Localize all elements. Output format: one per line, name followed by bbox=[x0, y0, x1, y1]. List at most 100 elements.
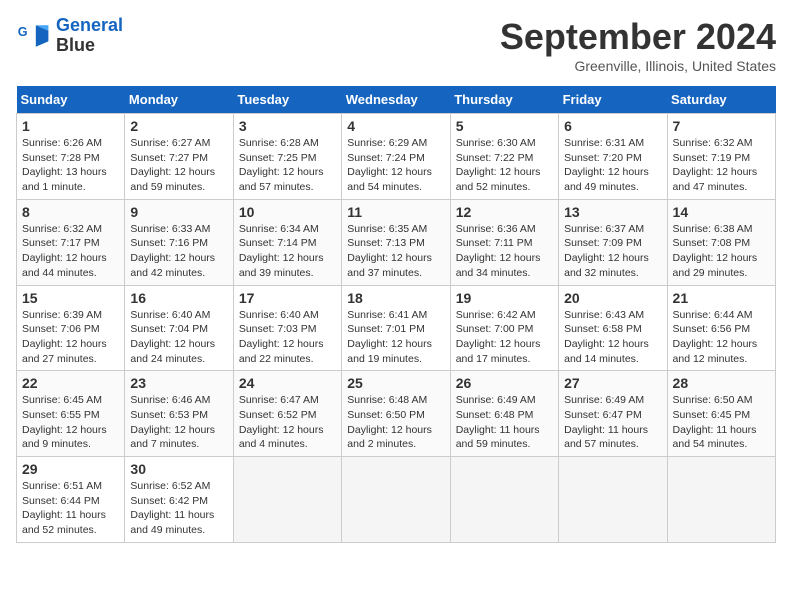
day-number: 8 bbox=[22, 204, 119, 220]
calendar-cell: 12 Sunrise: 6:36 AM Sunset: 7:11 PM Dayl… bbox=[450, 199, 558, 285]
day-number: 12 bbox=[456, 204, 553, 220]
day-info: Sunrise: 6:34 AM Sunset: 7:14 PM Dayligh… bbox=[239, 222, 336, 281]
day-number: 6 bbox=[564, 118, 661, 134]
day-number: 16 bbox=[130, 290, 227, 306]
day-info: Sunrise: 6:32 AM Sunset: 7:19 PM Dayligh… bbox=[673, 136, 770, 195]
day-info: Sunrise: 6:31 AM Sunset: 7:20 PM Dayligh… bbox=[564, 136, 661, 195]
day-info: Sunrise: 6:42 AM Sunset: 7:00 PM Dayligh… bbox=[456, 308, 553, 367]
day-info: Sunrise: 6:40 AM Sunset: 7:04 PM Dayligh… bbox=[130, 308, 227, 367]
calendar-cell: 23 Sunrise: 6:46 AM Sunset: 6:53 PM Dayl… bbox=[125, 371, 233, 457]
calendar-cell: 4 Sunrise: 6:29 AM Sunset: 7:24 PM Dayli… bbox=[342, 114, 450, 200]
day-number: 20 bbox=[564, 290, 661, 306]
calendar-table: Sunday Monday Tuesday Wednesday Thursday… bbox=[16, 86, 776, 543]
calendar-cell: 15 Sunrise: 6:39 AM Sunset: 7:06 PM Dayl… bbox=[17, 285, 125, 371]
day-number: 3 bbox=[239, 118, 336, 134]
day-info: Sunrise: 6:30 AM Sunset: 7:22 PM Dayligh… bbox=[456, 136, 553, 195]
day-number: 24 bbox=[239, 375, 336, 391]
day-number: 14 bbox=[673, 204, 770, 220]
calendar-header-row: Sunday Monday Tuesday Wednesday Thursday… bbox=[17, 86, 776, 114]
calendar-cell: 19 Sunrise: 6:42 AM Sunset: 7:00 PM Dayl… bbox=[450, 285, 558, 371]
calendar-week-row: 1 Sunrise: 6:26 AM Sunset: 7:28 PM Dayli… bbox=[17, 114, 776, 200]
day-info: Sunrise: 6:32 AM Sunset: 7:17 PM Dayligh… bbox=[22, 222, 119, 281]
day-number: 13 bbox=[564, 204, 661, 220]
calendar-cell: 7 Sunrise: 6:32 AM Sunset: 7:19 PM Dayli… bbox=[667, 114, 775, 200]
day-number: 7 bbox=[673, 118, 770, 134]
logo-icon: G bbox=[16, 18, 52, 54]
calendar-cell: 21 Sunrise: 6:44 AM Sunset: 6:56 PM Dayl… bbox=[667, 285, 775, 371]
calendar-cell: 25 Sunrise: 6:48 AM Sunset: 6:50 PM Dayl… bbox=[342, 371, 450, 457]
calendar-week-row: 29 Sunrise: 6:51 AM Sunset: 6:44 PM Dayl… bbox=[17, 457, 776, 543]
calendar-cell: 30 Sunrise: 6:52 AM Sunset: 6:42 PM Dayl… bbox=[125, 457, 233, 543]
col-wednesday: Wednesday bbox=[342, 86, 450, 114]
day-number: 11 bbox=[347, 204, 444, 220]
day-number: 30 bbox=[130, 461, 227, 477]
calendar-cell: 28 Sunrise: 6:50 AM Sunset: 6:45 PM Dayl… bbox=[667, 371, 775, 457]
col-thursday: Thursday bbox=[450, 86, 558, 114]
day-info: Sunrise: 6:45 AM Sunset: 6:55 PM Dayligh… bbox=[22, 393, 119, 452]
day-info: Sunrise: 6:27 AM Sunset: 7:27 PM Dayligh… bbox=[130, 136, 227, 195]
day-info: Sunrise: 6:36 AM Sunset: 7:11 PM Dayligh… bbox=[456, 222, 553, 281]
title-block: September 2024 Greenville, Illinois, Uni… bbox=[500, 16, 776, 74]
calendar-cell: 26 Sunrise: 6:49 AM Sunset: 6:48 PM Dayl… bbox=[450, 371, 558, 457]
day-info: Sunrise: 6:43 AM Sunset: 6:58 PM Dayligh… bbox=[564, 308, 661, 367]
day-info: Sunrise: 6:49 AM Sunset: 6:48 PM Dayligh… bbox=[456, 393, 553, 452]
calendar-cell: 17 Sunrise: 6:40 AM Sunset: 7:03 PM Dayl… bbox=[233, 285, 341, 371]
day-info: Sunrise: 6:51 AM Sunset: 6:44 PM Dayligh… bbox=[22, 479, 119, 538]
calendar-cell: 6 Sunrise: 6:31 AM Sunset: 7:20 PM Dayli… bbox=[559, 114, 667, 200]
day-number: 9 bbox=[130, 204, 227, 220]
day-number: 4 bbox=[347, 118, 444, 134]
day-info: Sunrise: 6:39 AM Sunset: 7:06 PM Dayligh… bbox=[22, 308, 119, 367]
calendar-cell: 22 Sunrise: 6:45 AM Sunset: 6:55 PM Dayl… bbox=[17, 371, 125, 457]
logo-text: General Blue bbox=[56, 16, 123, 56]
day-info: Sunrise: 6:50 AM Sunset: 6:45 PM Dayligh… bbox=[673, 393, 770, 452]
day-number: 10 bbox=[239, 204, 336, 220]
day-number: 25 bbox=[347, 375, 444, 391]
day-info: Sunrise: 6:29 AM Sunset: 7:24 PM Dayligh… bbox=[347, 136, 444, 195]
calendar-week-row: 8 Sunrise: 6:32 AM Sunset: 7:17 PM Dayli… bbox=[17, 199, 776, 285]
calendar-cell: 18 Sunrise: 6:41 AM Sunset: 7:01 PM Dayl… bbox=[342, 285, 450, 371]
calendar-cell: 27 Sunrise: 6:49 AM Sunset: 6:47 PM Dayl… bbox=[559, 371, 667, 457]
col-monday: Monday bbox=[125, 86, 233, 114]
calendar-cell: 11 Sunrise: 6:35 AM Sunset: 7:13 PM Dayl… bbox=[342, 199, 450, 285]
logo: G General Blue bbox=[16, 16, 123, 56]
calendar-cell: 24 Sunrise: 6:47 AM Sunset: 6:52 PM Dayl… bbox=[233, 371, 341, 457]
calendar-cell: 8 Sunrise: 6:32 AM Sunset: 7:17 PM Dayli… bbox=[17, 199, 125, 285]
day-number: 23 bbox=[130, 375, 227, 391]
month-title: September 2024 bbox=[500, 16, 776, 58]
calendar-cell: 29 Sunrise: 6:51 AM Sunset: 6:44 PM Dayl… bbox=[17, 457, 125, 543]
calendar-cell bbox=[667, 457, 775, 543]
calendar-cell: 5 Sunrise: 6:30 AM Sunset: 7:22 PM Dayli… bbox=[450, 114, 558, 200]
day-info: Sunrise: 6:37 AM Sunset: 7:09 PM Dayligh… bbox=[564, 222, 661, 281]
day-number: 15 bbox=[22, 290, 119, 306]
day-number: 22 bbox=[22, 375, 119, 391]
calendar-cell: 9 Sunrise: 6:33 AM Sunset: 7:16 PM Dayli… bbox=[125, 199, 233, 285]
day-info: Sunrise: 6:46 AM Sunset: 6:53 PM Dayligh… bbox=[130, 393, 227, 452]
day-info: Sunrise: 6:49 AM Sunset: 6:47 PM Dayligh… bbox=[564, 393, 661, 452]
day-number: 27 bbox=[564, 375, 661, 391]
day-info: Sunrise: 6:38 AM Sunset: 7:08 PM Dayligh… bbox=[673, 222, 770, 281]
day-number: 28 bbox=[673, 375, 770, 391]
calendar-cell: 20 Sunrise: 6:43 AM Sunset: 6:58 PM Dayl… bbox=[559, 285, 667, 371]
day-info: Sunrise: 6:26 AM Sunset: 7:28 PM Dayligh… bbox=[22, 136, 119, 195]
calendar-cell: 16 Sunrise: 6:40 AM Sunset: 7:04 PM Dayl… bbox=[125, 285, 233, 371]
day-number: 29 bbox=[22, 461, 119, 477]
col-friday: Friday bbox=[559, 86, 667, 114]
day-info: Sunrise: 6:35 AM Sunset: 7:13 PM Dayligh… bbox=[347, 222, 444, 281]
day-info: Sunrise: 6:44 AM Sunset: 6:56 PM Dayligh… bbox=[673, 308, 770, 367]
calendar-week-row: 22 Sunrise: 6:45 AM Sunset: 6:55 PM Dayl… bbox=[17, 371, 776, 457]
calendar-cell: 13 Sunrise: 6:37 AM Sunset: 7:09 PM Dayl… bbox=[559, 199, 667, 285]
day-info: Sunrise: 6:52 AM Sunset: 6:42 PM Dayligh… bbox=[130, 479, 227, 538]
location: Greenville, Illinois, United States bbox=[500, 58, 776, 74]
day-info: Sunrise: 6:47 AM Sunset: 6:52 PM Dayligh… bbox=[239, 393, 336, 452]
day-number: 26 bbox=[456, 375, 553, 391]
col-sunday: Sunday bbox=[17, 86, 125, 114]
calendar-cell bbox=[233, 457, 341, 543]
col-saturday: Saturday bbox=[667, 86, 775, 114]
day-info: Sunrise: 6:33 AM Sunset: 7:16 PM Dayligh… bbox=[130, 222, 227, 281]
calendar-cell bbox=[450, 457, 558, 543]
day-number: 2 bbox=[130, 118, 227, 134]
calendar-cell bbox=[559, 457, 667, 543]
day-number: 17 bbox=[239, 290, 336, 306]
day-number: 21 bbox=[673, 290, 770, 306]
calendar-cell: 14 Sunrise: 6:38 AM Sunset: 7:08 PM Dayl… bbox=[667, 199, 775, 285]
